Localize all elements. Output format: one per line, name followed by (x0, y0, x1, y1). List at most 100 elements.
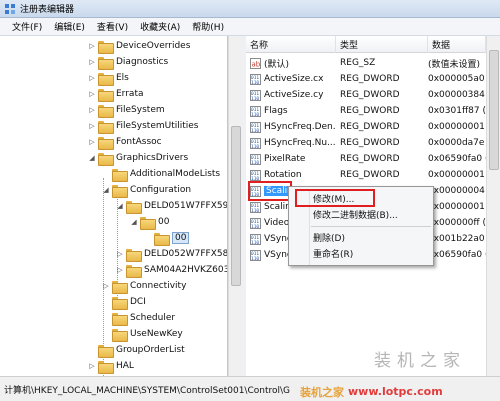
svg-text:ab: ab (252, 60, 261, 68)
tree-item[interactable]: ▷ SAM04A2HVKZ6037€ (116, 262, 227, 278)
tree-item[interactable]: ◢ GraphicsDrivers (88, 150, 188, 166)
folder-open-icon (98, 152, 114, 166)
svg-text:110: 110 (251, 160, 259, 165)
collapse-icon[interactable]: ◢ (88, 154, 96, 162)
tree-item[interactable]: ▷ Els (88, 70, 129, 86)
tree-item-label: DELD051W7FFX5963 (144, 201, 228, 211)
tree-item-label: 00 (158, 217, 170, 227)
menu-file[interactable]: 文件(F) (6, 20, 48, 33)
folder-icon (98, 88, 114, 102)
tree-scrollbar[interactable] (228, 36, 242, 376)
value-data: 0x0301ff87 (50 (428, 106, 486, 116)
tree-item-label: DeviceOverrides (116, 41, 191, 51)
tree-item[interactable]: ▷ Diagnostics (88, 54, 168, 70)
tree-item-label: AdditionalModeLists (130, 169, 221, 179)
tree-item[interactable]: ◢ Configuration (102, 182, 191, 198)
value-type: REG_DWORD (340, 122, 400, 132)
menu-item-modify-binary[interactable]: 修改二进制数据(B)... (313, 207, 398, 222)
value-row[interactable]: 011 110 HSyncFreq.Den... REG_DWORD 0x00000… (246, 119, 486, 135)
tree-item[interactable]: ▷ FileSystemUtilities (88, 118, 199, 134)
tree-item-selected[interactable]: 00 (144, 230, 190, 246)
folder-open-icon (112, 184, 128, 198)
tree-item[interactable]: ▷ FontAssoc (88, 134, 162, 150)
value-data: 0x001b22a0 (1 (428, 234, 486, 244)
column-name-header[interactable]: 名称 (246, 36, 336, 53)
tree-item-label: Els (116, 73, 129, 83)
tree-item[interactable]: ▷ DeviceOverrides (88, 38, 190, 54)
value-data: (数值未设置) (428, 59, 481, 70)
tree-item[interactable]: UseNewKey (102, 326, 183, 342)
folder-icon (98, 136, 114, 150)
menu-favorites[interactable]: 收藏夹(A) (134, 20, 186, 33)
svg-text:110: 110 (251, 176, 259, 181)
tree-item-label: Errata (116, 89, 144, 99)
value-row[interactable]: 011110PixelRate REG_DWORD 0x06590fa0 (10 (246, 151, 486, 167)
values-scrollbar[interactable] (486, 36, 500, 376)
expand-icon[interactable]: ▷ (102, 282, 110, 290)
expand-icon[interactable]: ▷ (88, 122, 96, 130)
value-data: 0x000005a0 (1 (428, 74, 486, 84)
menu-edit[interactable]: 编辑(E) (48, 20, 91, 33)
binary-value-icon: 011110 (250, 169, 261, 181)
string-value-icon: ab (250, 57, 261, 69)
tree-item[interactable]: ◢ DELD051W7FFX5963 (116, 198, 228, 214)
collapse-icon[interactable]: ◢ (116, 202, 124, 210)
expand-icon[interactable]: ▷ (88, 138, 96, 146)
value-data: 0x06590fa0 (10 (428, 154, 486, 164)
menu-help[interactable]: 帮助(H) (186, 20, 230, 33)
folder-icon (98, 104, 114, 118)
expand-icon[interactable]: ▷ (88, 90, 96, 98)
value-row[interactable]: 011 110 ActiveSize.cx REG_DWORD 0x000005a0… (246, 71, 486, 87)
value-row[interactable]: ab (默认) REG_SZ (数值未设置) (246, 55, 486, 71)
binary-value-icon: 011110 (250, 153, 261, 165)
tree-item[interactable]: AdditionalModeLists (102, 166, 220, 182)
expand-icon[interactable]: ▷ (116, 266, 124, 274)
values-scrollbar-thumb[interactable] (489, 50, 499, 170)
tree-item[interactable]: ◢ 00 (130, 214, 169, 230)
value-type: REG_DWORD (340, 90, 400, 100)
status-path: 计算机\HKEY_LOCAL_MACHINE\SYSTEM\ControlSet… (4, 385, 291, 396)
registry-tree: ▷ DeviceOverrides ▷ Diagnostics ▷ Els ▷ Erra… (0, 36, 228, 376)
tree-item-label: Configuration (130, 185, 192, 195)
value-data: 0x00000004 (4 (428, 186, 486, 196)
value-row[interactable]: 011 110 HSyncFreq.Nu... REG_DWORD 0x0000da… (246, 135, 486, 151)
tree-item[interactable]: ▷ Connectivity (102, 278, 186, 294)
highlight-box (295, 189, 375, 207)
tree-scrollbar-thumb[interactable] (231, 126, 241, 286)
expand-icon[interactable]: ▷ (88, 74, 96, 82)
folder-icon (98, 360, 114, 374)
binary-value-icon: 011110 (250, 249, 261, 261)
value-row[interactable]: 011110Flags REG_DWORD 0x0301ff87 (50 (246, 103, 486, 119)
expand-icon[interactable]: ▷ (88, 106, 96, 114)
tree-item-label: HAL (116, 361, 134, 371)
expand-icon[interactable]: ▷ (88, 42, 96, 50)
folder-icon (98, 72, 114, 86)
column-data-header[interactable]: 数据 (428, 36, 486, 53)
menu-item-rename[interactable]: 重命名(R) (313, 246, 353, 261)
tree-item[interactable]: ▷ FileSystem (88, 102, 165, 118)
tree-item[interactable]: GroupOrderList (88, 342, 185, 358)
expand-icon[interactable]: ▷ (116, 250, 124, 258)
value-data: 0x00000001 (1 (428, 170, 486, 180)
tree-item-label: SAM04A2HVKZ6037€ (144, 265, 227, 275)
tree-item[interactable]: DCI (102, 294, 146, 310)
column-type-header[interactable]: 类型 (336, 36, 428, 53)
expand-icon[interactable]: ▷ (88, 362, 96, 370)
tree-item[interactable]: Scheduler (102, 310, 175, 326)
value-type: REG_SZ (340, 58, 376, 68)
menu-view[interactable]: 查看(V) (91, 20, 134, 33)
tree-item-label: UseNewKey (130, 329, 183, 339)
expand-icon[interactable]: ▷ (88, 58, 96, 66)
svg-text:110: 110 (251, 240, 259, 245)
binary-value-icon: 011110 (250, 137, 261, 149)
tree-item[interactable]: ▷ Errata (88, 86, 144, 102)
watermark-site-name: 装机之家 (300, 385, 344, 399)
value-row[interactable]: 011 110 ActiveSize.cy REG_DWORD 0x00000384… (246, 87, 486, 103)
folder-icon (112, 328, 128, 342)
menu-item-delete[interactable]: 删除(D) (313, 230, 345, 245)
svg-text:110: 110 (251, 80, 259, 85)
tree-item[interactable]: ▷ DELD052W7FFX58R3 (116, 246, 227, 262)
collapse-icon[interactable]: ◢ (130, 218, 138, 226)
collapse-icon[interactable]: ◢ (102, 186, 110, 194)
tree-item[interactable]: ▷ HAL (88, 358, 134, 374)
